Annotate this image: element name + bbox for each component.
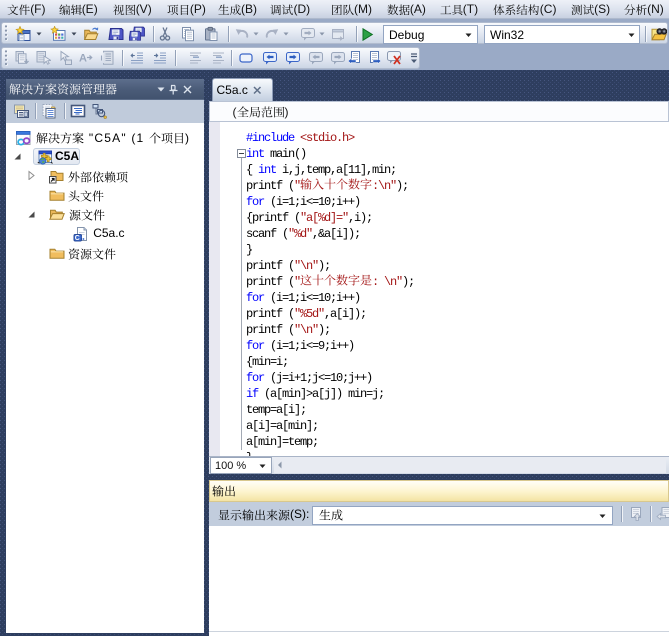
svg-text:A: A xyxy=(79,53,87,65)
svg-text:C: C xyxy=(75,234,80,241)
